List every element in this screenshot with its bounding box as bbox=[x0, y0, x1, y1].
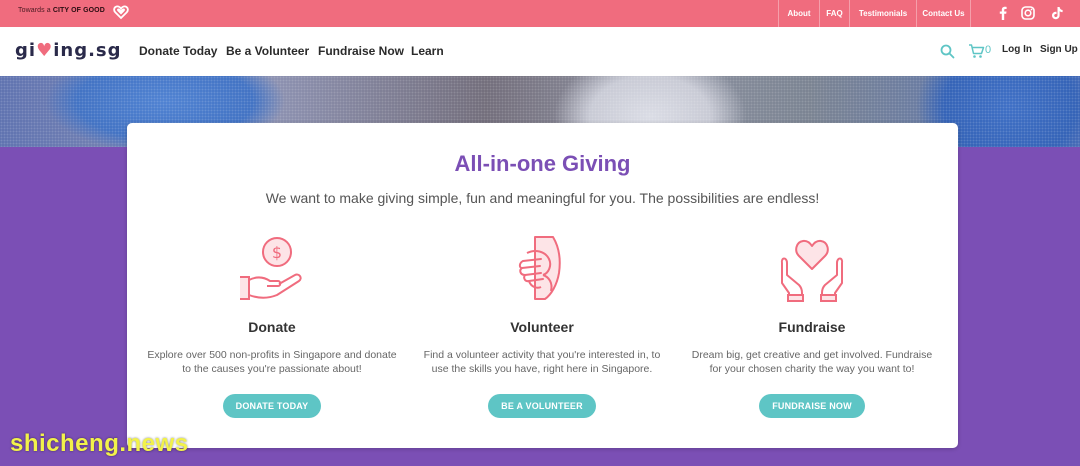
logo-text-end: ing.sg bbox=[53, 40, 122, 61]
donate-column: $ Donate Explore over 500 non-profits in… bbox=[137, 233, 407, 418]
watermark: shicheng.news bbox=[10, 430, 189, 457]
svg-text:$: $ bbox=[272, 243, 282, 262]
cart-count: 0 bbox=[985, 44, 992, 56]
tiktok-icon[interactable] bbox=[1049, 5, 1065, 21]
giving-sg-logo[interactable]: gi♥ing.sg bbox=[15, 40, 122, 61]
nav-fundraise-now[interactable]: Fundraise Now bbox=[318, 44, 404, 58]
card-subtitle: We want to make giving simple, fun and m… bbox=[265, 190, 820, 206]
cart-icon[interactable] bbox=[968, 43, 985, 59]
fundraise-heart-hands-icon bbox=[780, 239, 844, 302]
logo-heart: ♥ bbox=[36, 40, 54, 61]
be-a-volunteer-button[interactable]: BE A VOLUNTEER bbox=[488, 394, 596, 418]
top-link-faq[interactable]: FAQ bbox=[819, 0, 849, 27]
top-bar: Towards a CITY OF GOOD About FAQ Testimo… bbox=[0, 0, 1080, 27]
volunteer-hands-icon bbox=[518, 236, 561, 300]
volunteer-column: Volunteer Find a volunteer activity that… bbox=[407, 233, 677, 418]
card-title: All-in-one Giving bbox=[454, 151, 631, 176]
top-link-testimonials[interactable]: Testimonials bbox=[849, 0, 916, 27]
volunteer-desc: Find a volunteer activity that you're in… bbox=[423, 349, 661, 375]
top-links: About FAQ Testimonials Contact Us bbox=[778, 0, 983, 27]
main-navbar: gi♥ing.sg Donate Today Be a Volunteer Fu… bbox=[0, 27, 1080, 76]
top-link-divider bbox=[970, 0, 983, 27]
tagline: Towards a CITY OF GOOD bbox=[18, 7, 105, 14]
signup-link[interactable]: Sign Up bbox=[1040, 44, 1078, 55]
fundraise-title: Fundraise bbox=[778, 319, 846, 335]
nav-be-a-volunteer[interactable]: Be a Volunteer bbox=[226, 44, 309, 58]
heart-icon bbox=[113, 5, 129, 20]
fundraise-desc: Dream big, get creative and get involved… bbox=[691, 349, 933, 375]
volunteer-title: Volunteer bbox=[510, 319, 574, 335]
facebook-icon[interactable] bbox=[995, 5, 1011, 21]
donate-hand-coin-icon: $ bbox=[240, 237, 302, 300]
fundraise-column: Fundraise Dream big, get creative and ge… bbox=[677, 233, 947, 418]
tagline-bold: CITY OF GOOD bbox=[52, 7, 105, 14]
all-in-one-card: All-in-one Giving We want to make giving… bbox=[127, 123, 958, 448]
donate-title: Donate bbox=[248, 319, 296, 335]
logo-text-start: gi bbox=[15, 40, 37, 61]
nav-learn[interactable]: Learn bbox=[411, 44, 444, 58]
donate-today-button[interactable]: DONATE TODAY bbox=[222, 394, 322, 418]
donate-desc: Explore over 500 non-profits in Singapor… bbox=[147, 349, 397, 375]
login-link[interactable]: Log In bbox=[1002, 44, 1032, 55]
top-link-contact-us[interactable]: Contact Us bbox=[916, 0, 970, 27]
top-link-about[interactable]: About bbox=[778, 0, 819, 27]
fundraise-now-button[interactable]: FUNDRAISE NOW bbox=[759, 394, 865, 418]
search-icon[interactable] bbox=[940, 44, 955, 59]
nav-donate-today[interactable]: Donate Today bbox=[139, 44, 217, 58]
instagram-icon[interactable] bbox=[1020, 5, 1036, 21]
tagline-prefix: Towards a bbox=[18, 7, 51, 14]
